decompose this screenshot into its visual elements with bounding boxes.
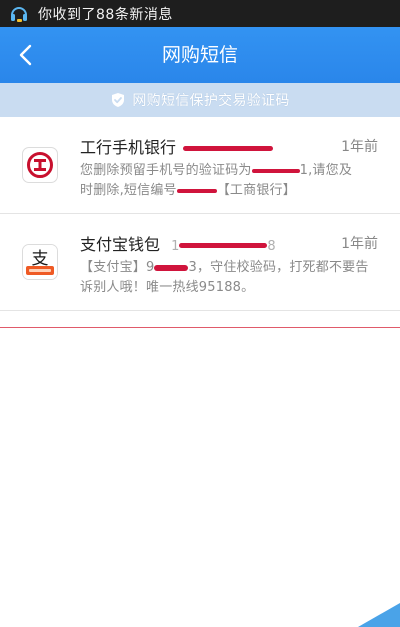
- sender-number-tail: 8: [267, 239, 276, 254]
- message-time: 1年前: [341, 139, 378, 155]
- preview-line1-tail: 1,请您及: [299, 163, 353, 178]
- redaction-mark: [183, 146, 274, 151]
- status-bar: 你收到了88条新消息: [0, 0, 400, 27]
- redaction-mark: [251, 168, 300, 173]
- message-list: 工行手机银行 1年前 您删除预留手机号的验证码为 1,请您及 时删除,短信编号 【工…: [0, 117, 400, 311]
- sender-name: 支付宝钱包 1 8: [80, 231, 276, 255]
- header: 网购短信: [0, 27, 400, 83]
- preview-line1-tail: 3，守住校验码，打死都不要告: [188, 260, 369, 275]
- preview-line2: 诉别人哦！唯一热线95188。: [80, 280, 255, 295]
- headset-notification-icon: [8, 4, 30, 24]
- message-item-alipay[interactable]: 支 支付宝钱包 1 8 1年前 【支付宝】9 3，守住校验码，打死都不要告 诉别人哦…: [0, 214, 400, 311]
- redaction-mark: [179, 243, 268, 248]
- shield-check-icon: [110, 92, 126, 108]
- preview-line2: 时删除,短信编号: [80, 183, 177, 198]
- list-end-divider: [0, 327, 400, 328]
- corner-decoration: [358, 603, 400, 627]
- preview-line1: 您删除预留手机号的验证码为: [80, 163, 252, 178]
- sender-label: 工行手机银行: [80, 138, 177, 157]
- redaction-mark: [154, 264, 189, 271]
- banner-text: 网购短信保护交易验证码: [132, 93, 290, 109]
- preview-line1: 【支付宝】9: [80, 260, 155, 275]
- sender-name: 工行手机银行: [80, 134, 274, 158]
- message-item-icbc[interactable]: 工行手机银行 1年前 您删除预留手机号的验证码为 1,请您及 时删除,短信编号 【工…: [0, 117, 400, 214]
- message-time: 1年前: [341, 236, 378, 252]
- sender-label: 支付宝钱包: [80, 235, 161, 254]
- alipay-logo-icon: 支: [22, 244, 58, 280]
- message-preview: 【支付宝】9 3，守住校验码，打死都不要告 诉别人哦！唯一热线95188。: [80, 258, 380, 298]
- redaction-mark: [176, 188, 217, 193]
- protection-banner: 网购短信保护交易验证码: [0, 83, 400, 117]
- sms-screen: 你收到了88条新消息 网购短信 网购短信保护交易验证码 工行手机银行 1年前 您…: [0, 0, 400, 627]
- message-preview: 您删除预留手机号的验证码为 1,请您及 时删除,短信编号 【工商银行】: [80, 161, 380, 201]
- notification-text: 你收到了88条新消息: [38, 6, 173, 23]
- preview-line2-tail: 【工商银行】: [216, 183, 296, 198]
- sender-number-prefix: 1: [171, 239, 180, 254]
- icbc-logo-icon: [22, 147, 58, 183]
- page-title: 网购短信: [161, 44, 238, 66]
